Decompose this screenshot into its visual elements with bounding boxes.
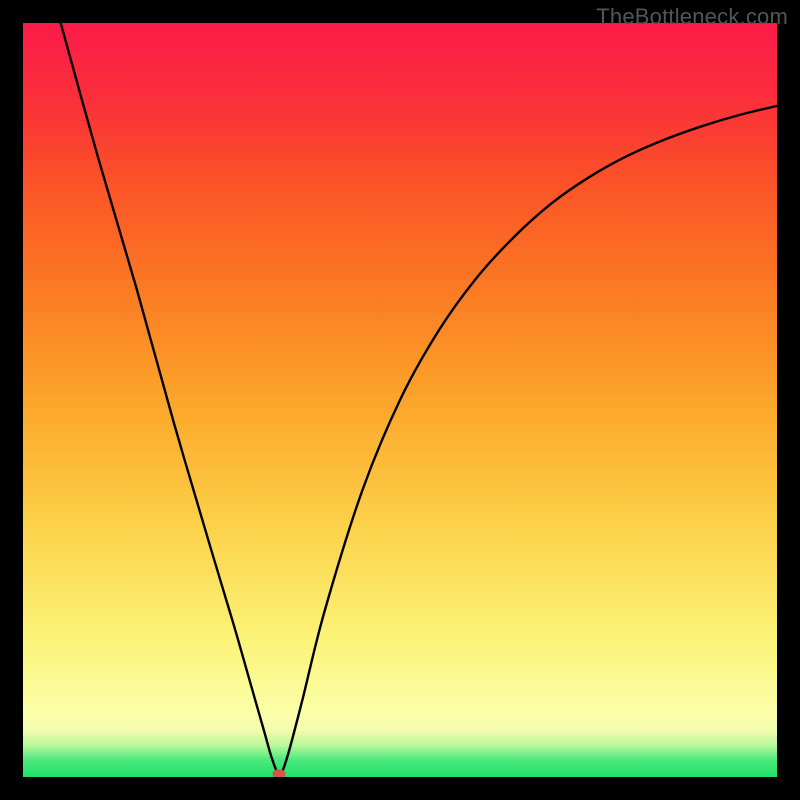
minimum-marker (273, 769, 286, 777)
bottleneck-curve (61, 23, 777, 774)
watermark-text: TheBottleneck.com (596, 4, 788, 30)
chart-frame: TheBottleneck.com (0, 0, 800, 800)
plot-area (23, 23, 777, 777)
curve-svg (23, 23, 777, 777)
